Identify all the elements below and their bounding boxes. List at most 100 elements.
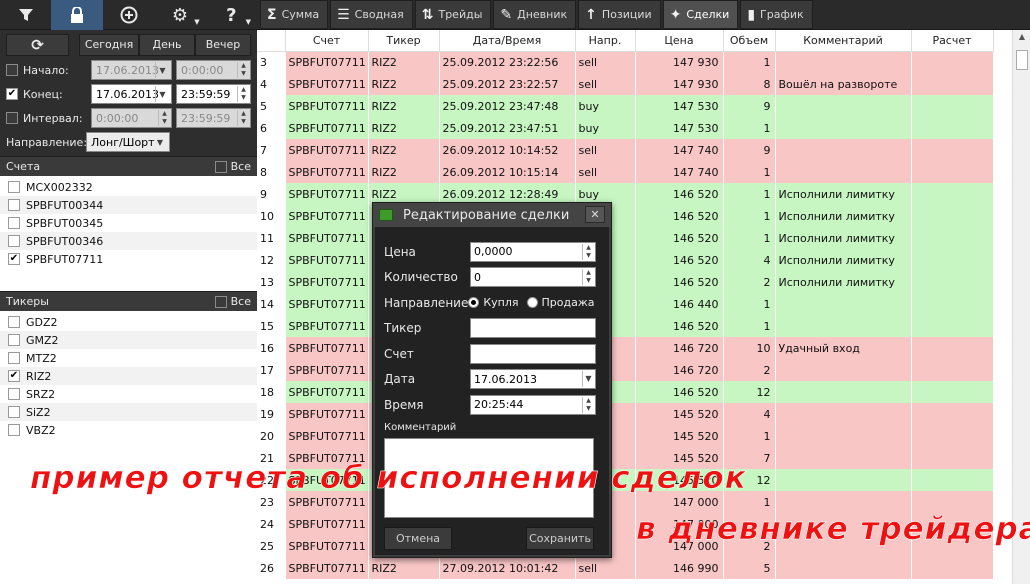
table-row[interactable]: 8 SPBFUT07711 RIZ2 26.09.2012 10:15:14 sell 1… <box>257 161 994 183</box>
spinner-icon[interactable]: ▲ ▼ <box>237 86 249 102</box>
account-field[interactable] <box>470 343 596 364</box>
refresh-button[interactable]: ⟳ <box>6 33 69 56</box>
checkbox[interactable] <box>8 424 20 436</box>
accounts-all-checkbox[interactable] <box>214 160 227 173</box>
add-icon[interactable] <box>103 0 154 30</box>
day-button[interactable]: День <box>139 33 195 56</box>
table-row[interactable]: 3 SPBFUT07711 RIZ2 25.09.2012 23:22:56 sell 1… <box>257 51 994 73</box>
col-num[interactable] <box>257 30 286 52</box>
chevron-down-icon[interactable]: ▼ <box>155 86 169 102</box>
table-row[interactable]: 21SPBFUT07711RIZ2sell145 5207 <box>257 447 994 469</box>
col-account[interactable]: Счет <box>285 30 369 52</box>
date-field[interactable]: 17.06.2013 ▼ <box>470 369 596 390</box>
list-item[interactable]: SiZ2 <box>0 403 257 421</box>
checkbox[interactable] <box>8 199 20 211</box>
tickers-all-checkbox[interactable] <box>214 295 227 308</box>
checkbox[interactable] <box>8 217 20 229</box>
table-row[interactable]: 14SPBFUT07711RIZ2buy146 4401 <box>257 293 994 315</box>
table-row[interactable]: 16SPBFUT07711RIZ2sell146 72010Удачный вх… <box>257 337 994 359</box>
table-row[interactable]: 11SPBFUT07711RIZ2buy146 5201Исполнили ли… <box>257 227 994 249</box>
table-row[interactable]: 19SPBFUT07711RIZ2sell145 5204 <box>257 403 994 425</box>
list-item[interactable]: SRZ2 <box>0 385 257 403</box>
spinner-icon[interactable]: ▲ ▼ <box>237 62 249 78</box>
spinner-icon[interactable]: ▲ ▼ <box>158 110 170 126</box>
table-row[interactable]: 9 SPBFUT07711 RIZ2 26.09.2012 12:28:49 buy 14… <box>257 183 994 205</box>
table-row[interactable]: 22SPBFUT07711RIZ2buy145 52012 <box>257 469 994 491</box>
scroll-up-icon[interactable]: ▲ <box>1013 32 1030 46</box>
table-row[interactable]: 7 SPBFUT07711 RIZ2 26.09.2012 10:14:52 sell 1… <box>257 139 994 161</box>
end-time-field[interactable]: 23:59:59 ▲ ▼ <box>176 84 251 104</box>
list-item[interactable]: GDZ2 <box>0 313 257 331</box>
table-row[interactable]: 10SPBFUT07711RIZ2buy146 5201Исполнили ли… <box>257 205 994 227</box>
col-calc[interactable]: Расчет <box>911 30 994 52</box>
checkbox[interactable] <box>8 316 20 328</box>
tab-positions[interactable]: ↑ Позиции <box>578 0 661 29</box>
today-button[interactable]: Сегодня <box>79 33 139 56</box>
table-row[interactable]: 15SPBFUT07711RIZ2buy146 5201 <box>257 315 994 337</box>
table-row[interactable]: 12SPBFUT07711RIZ2buy146 5204Исполнили ли… <box>257 249 994 271</box>
time-field[interactable]: 20:25:44 ▲ ▼ <box>470 394 596 415</box>
table-row[interactable]: 23SPBFUT07711RIZ2sell147 0001 <box>257 491 994 513</box>
list-item[interactable]: ✔ SPBFUT07711 <box>0 250 257 268</box>
table-row[interactable]: 4 SPBFUT07711 RIZ2 25.09.2012 23:22:57 sell 1… <box>257 73 994 95</box>
col-ticker[interactable]: Тикер <box>368 30 440 52</box>
chevron-down-icon[interactable]: ▼ <box>582 371 594 388</box>
gear-icon[interactable]: ⚙ ▼ <box>154 0 205 30</box>
col-price[interactable]: Цена <box>635 30 724 52</box>
ticker-field[interactable] <box>470 318 596 339</box>
checkbox[interactable] <box>8 406 20 418</box>
checkbox[interactable] <box>8 352 20 364</box>
start-time-field[interactable]: 0:00:00 ▲ ▼ <box>176 60 251 80</box>
tab-deals[interactable]: ✦ Сделки <box>662 0 739 29</box>
tab-trades[interactable]: ⇅ Трейды <box>414 0 492 29</box>
list-item[interactable]: ✔ RIZ2 <box>0 367 257 385</box>
start-date-field[interactable]: 17.06.2013 ▼ <box>91 60 172 80</box>
price-field[interactable]: 0,0000 ▲ ▼ <box>470 241 596 262</box>
chevron-down-icon[interactable]: ▼ <box>153 134 167 150</box>
table-row[interactable]: 20SPBFUT07711RIZ2sell145 5201 <box>257 425 994 447</box>
list-item[interactable]: SPBFUT00346 <box>0 232 257 250</box>
checkbox[interactable] <box>8 235 20 247</box>
checkbox[interactable] <box>8 334 20 346</box>
end-checkbox[interactable]: ✔ <box>6 88 18 100</box>
tab-summary[interactable]: ☰ Сводная <box>330 0 413 29</box>
tab-sum[interactable]: Σ Сумма <box>260 0 329 29</box>
table-row[interactable]: 26 SPBFUT07711 RIZ2 27.09.2012 10:01:42 sell… <box>257 557 994 579</box>
spinner-icon[interactable]: ▲ ▼ <box>582 396 594 413</box>
table-row[interactable]: 18SPBFUT07711RIZ2buy146 52012 <box>257 381 994 403</box>
table-row[interactable]: 25SPBFUT07711RIZ2sell147 0002 <box>257 535 994 557</box>
col-datetime[interactable]: Дата/Время <box>439 30 576 52</box>
table-row[interactable]: 5 SPBFUT07711 RIZ2 25.09.2012 23:47:48 buy 14… <box>257 95 994 117</box>
table-row[interactable]: 17SPBFUT07711RIZ2sell146 7202 <box>257 359 994 381</box>
filter-icon[interactable] <box>0 0 51 30</box>
end-date-field[interactable]: 17.06.2013 ▼ <box>91 84 172 104</box>
save-button[interactable]: Сохранить <box>526 526 594 550</box>
list-item[interactable]: GMZ2 <box>0 331 257 349</box>
tab-chart[interactable]: ▮ График <box>740 0 813 29</box>
col-comment[interactable]: Комментарий <box>775 30 912 52</box>
checkbox[interactable]: ✔ <box>8 253 20 265</box>
vertical-scrollbar[interactable]: ▲ <box>1012 30 1030 584</box>
lock-icon[interactable] <box>51 0 103 30</box>
table-row[interactable]: 13SPBFUT07711RIZ2buy146 5202Исполнили ли… <box>257 271 994 293</box>
cancel-button[interactable]: Отмена <box>384 526 452 550</box>
comment-textarea[interactable] <box>384 437 594 518</box>
spinner-icon[interactable]: ▲ ▼ <box>582 243 594 260</box>
tab-journal[interactable]: ✎ Дневник <box>493 0 577 29</box>
quantity-field[interactable]: 0 ▲ ▼ <box>470 267 596 288</box>
list-item[interactable]: SPBFUT00345 <box>0 214 257 232</box>
checkbox[interactable] <box>8 388 20 400</box>
col-volume[interactable]: Объем <box>723 30 776 52</box>
checkbox[interactable]: ✔ <box>8 370 20 382</box>
scrollbar-thumb[interactable] <box>1016 50 1028 70</box>
spinner-icon[interactable]: ▲ ▼ <box>237 110 249 126</box>
interval-checkbox[interactable] <box>6 112 18 124</box>
interval-from-field[interactable]: 0:00:00 ▲ ▼ <box>91 108 172 128</box>
checkbox[interactable] <box>8 181 20 193</box>
evening-button[interactable]: Вечер <box>195 33 251 56</box>
chevron-down-icon[interactable]: ▼ <box>155 62 169 78</box>
help-icon[interactable]: ? ▼ <box>206 0 257 30</box>
list-item[interactable]: MTZ2 <box>0 349 257 367</box>
interval-to-field[interactable]: 23:59:59 ▲ ▼ <box>176 108 251 128</box>
start-checkbox[interactable] <box>6 64 18 76</box>
